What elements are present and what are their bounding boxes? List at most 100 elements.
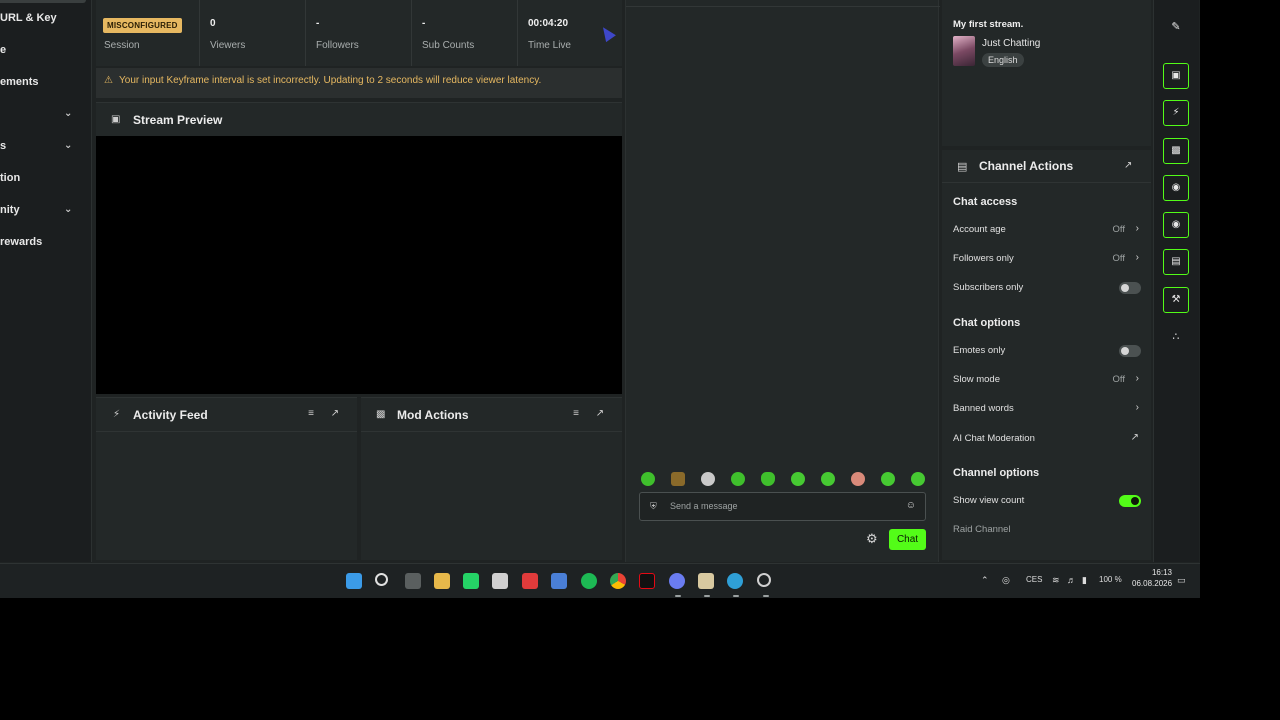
running-indicator bbox=[704, 595, 710, 597]
emote-icon[interactable] bbox=[671, 472, 685, 486]
chrome-icon[interactable] bbox=[610, 573, 626, 589]
emote-icon[interactable] bbox=[911, 472, 925, 486]
clipboard-icon[interactable]: ▩ bbox=[1163, 138, 1189, 164]
sidebar-active-indicator bbox=[0, 0, 86, 3]
layout-nodes-icon[interactable]: ∴ bbox=[1163, 324, 1189, 350]
search-icon[interactable] bbox=[375, 573, 388, 586]
wifi-icon[interactable]: ≋ bbox=[1052, 575, 1060, 586]
pencil-icon[interactable]: ✎ bbox=[1163, 14, 1189, 40]
task-view-icon[interactable] bbox=[405, 573, 421, 589]
panel-title: Activity Feed bbox=[133, 408, 208, 422]
start-menu-icon[interactable] bbox=[346, 573, 362, 589]
popout-icon[interactable]: ↗ bbox=[594, 408, 606, 420]
filter-icon[interactable]: ≡ bbox=[570, 408, 582, 420]
sidebar-item-ements[interactable]: ements bbox=[0, 70, 92, 94]
obs-icon[interactable] bbox=[757, 573, 771, 587]
chevron-down-icon: ⌄ bbox=[64, 108, 73, 119]
chevron-down-icon: ⌄ bbox=[64, 204, 73, 215]
wrench-icon[interactable]: ⚒ bbox=[1163, 287, 1189, 313]
sidebar-item-group-1[interactable]: ⌄ bbox=[0, 102, 92, 126]
panel-header: ▤ Channel Actions ↗ bbox=[942, 150, 1151, 183]
stream-category[interactable]: Just Chatting bbox=[982, 38, 1040, 49]
emote-icon[interactable] bbox=[851, 472, 865, 486]
popout-icon[interactable]: ↗ bbox=[1124, 160, 1132, 171]
folder-icon[interactable] bbox=[434, 573, 450, 589]
stat-value: 0 bbox=[210, 18, 216, 29]
emote-icon[interactable] bbox=[881, 472, 895, 486]
battery-percent: 100 % bbox=[1099, 575, 1122, 584]
channel-actions-icon[interactable]: ▤ bbox=[1163, 249, 1189, 275]
focus-icon[interactable]: ▣ bbox=[1163, 63, 1189, 89]
section-heading: Chat access bbox=[953, 196, 1018, 208]
clock-date: 06.08.2026 bbox=[1132, 579, 1173, 588]
emote-icon[interactable] bbox=[731, 472, 745, 486]
spotify-icon[interactable] bbox=[581, 573, 597, 589]
row-label: Account age bbox=[953, 224, 1006, 235]
tool-rail: ✎ ▣ ⚡ ▩ ◉ ◉ ▤ ⚒ ∴ bbox=[1153, 0, 1199, 562]
row-label: Subscribers only bbox=[953, 282, 1024, 293]
video-icon: ▣ bbox=[111, 114, 121, 125]
system-clock[interactable]: 16:13 06.08.2026 bbox=[1132, 567, 1172, 589]
emote-icon[interactable] bbox=[821, 472, 835, 486]
slow-mode-row[interactable]: Slow mode Off › bbox=[953, 372, 1141, 388]
panel-header: ▩ Mod Actions ≡ ↗ bbox=[361, 398, 622, 432]
row-label: Emotes only bbox=[953, 345, 1006, 356]
subscribers-only-toggle[interactable] bbox=[1119, 282, 1141, 294]
stat-label: Time Live bbox=[528, 40, 571, 51]
emotes-only-toggle[interactable] bbox=[1119, 345, 1141, 357]
volume-icon[interactable]: ♬ bbox=[1067, 575, 1076, 585]
popout-icon[interactable]: ↗ bbox=[329, 408, 341, 420]
keyboard-language[interactable]: CES bbox=[1026, 575, 1042, 584]
row-label: Followers only bbox=[953, 253, 1014, 264]
filter-icon[interactable]: ≡ bbox=[305, 408, 317, 420]
stat-session: MISCONFIGURED Session bbox=[96, 0, 200, 66]
raid-channel-row[interactable]: Raid Channel bbox=[953, 522, 1141, 538]
section-heading: Chat options bbox=[953, 317, 1021, 329]
show-view-count-toggle[interactable] bbox=[1119, 495, 1141, 507]
broadcast-icon[interactable]: ◉ bbox=[1163, 212, 1189, 238]
sidebar-item-nity[interactable]: nity ⌄ bbox=[0, 198, 92, 222]
vpn-shield-icon[interactable] bbox=[551, 573, 567, 589]
emote-icon[interactable] bbox=[641, 472, 655, 486]
status-badge: MISCONFIGURED bbox=[103, 18, 182, 33]
stat-viewers: 0 Viewers bbox=[202, 0, 306, 66]
emoji-icon[interactable]: ☺ bbox=[906, 500, 916, 511]
category-thumbnail bbox=[953, 36, 975, 66]
whatsapp-icon[interactable] bbox=[463, 573, 479, 589]
sidebar-item-url-key[interactable]: URL & Key bbox=[0, 6, 92, 30]
microphone-icon[interactable]: ◎ bbox=[1002, 575, 1010, 586]
edge-icon[interactable] bbox=[727, 573, 743, 589]
stream-preview-panel: ▣ Stream Preview bbox=[96, 102, 622, 137]
followers-only-row[interactable]: Followers only Off › bbox=[953, 251, 1141, 267]
notification-icon[interactable]: ▭ bbox=[1177, 575, 1186, 586]
account-age-row[interactable]: Account age Off › bbox=[953, 222, 1141, 238]
battery-icon[interactable]: ▮ bbox=[1082, 575, 1087, 586]
netflix-icon[interactable] bbox=[639, 573, 655, 589]
media-player-icon[interactable] bbox=[522, 573, 538, 589]
discord-icon[interactable] bbox=[669, 573, 685, 589]
sidebar-item-e[interactable]: e bbox=[0, 38, 92, 62]
warning-text: Your input Keyframe interval is set inco… bbox=[119, 75, 542, 86]
chevron-up-icon[interactable]: ⌃ bbox=[981, 575, 989, 586]
stat-label: Followers bbox=[316, 40, 359, 51]
sidebar-item-s[interactable]: s ⌄ bbox=[0, 134, 92, 158]
chat-message-input[interactable]: ⛨ Send a message ☺ bbox=[639, 492, 926, 521]
store-icon[interactable] bbox=[492, 573, 508, 589]
lightning-icon[interactable]: ⚡ bbox=[1163, 100, 1189, 126]
chat-send-button[interactable]: Chat bbox=[889, 529, 926, 550]
stat-subs: - Sub Counts bbox=[414, 0, 518, 66]
emote-icon[interactable] bbox=[791, 472, 805, 486]
chat-bubble-icon[interactable]: ◉ bbox=[1163, 175, 1189, 201]
emote-icon[interactable] bbox=[761, 472, 775, 486]
banned-words-row[interactable]: Banned words › bbox=[953, 401, 1141, 417]
sidebar-item-rewards[interactable]: rewards bbox=[0, 230, 92, 254]
language-tag: English bbox=[982, 53, 1024, 67]
sidebar-item-tion[interactable]: tion bbox=[0, 166, 92, 190]
stat-value: 00:04:20 bbox=[528, 18, 569, 29]
emote-icon[interactable] bbox=[701, 472, 715, 486]
mod-actions-panel: ▩ Mod Actions ≡ ↗ bbox=[361, 397, 622, 560]
stat-label: Viewers bbox=[210, 40, 246, 51]
ai-moderation-row[interactable]: AI Chat Moderation ↗ bbox=[953, 431, 1141, 447]
app-icon[interactable] bbox=[698, 573, 714, 589]
gear-icon[interactable]: ⚙ bbox=[866, 531, 878, 547]
